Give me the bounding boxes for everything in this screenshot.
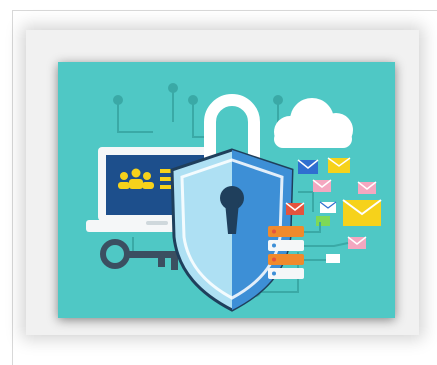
cybersecurity-illustration bbox=[58, 62, 395, 318]
